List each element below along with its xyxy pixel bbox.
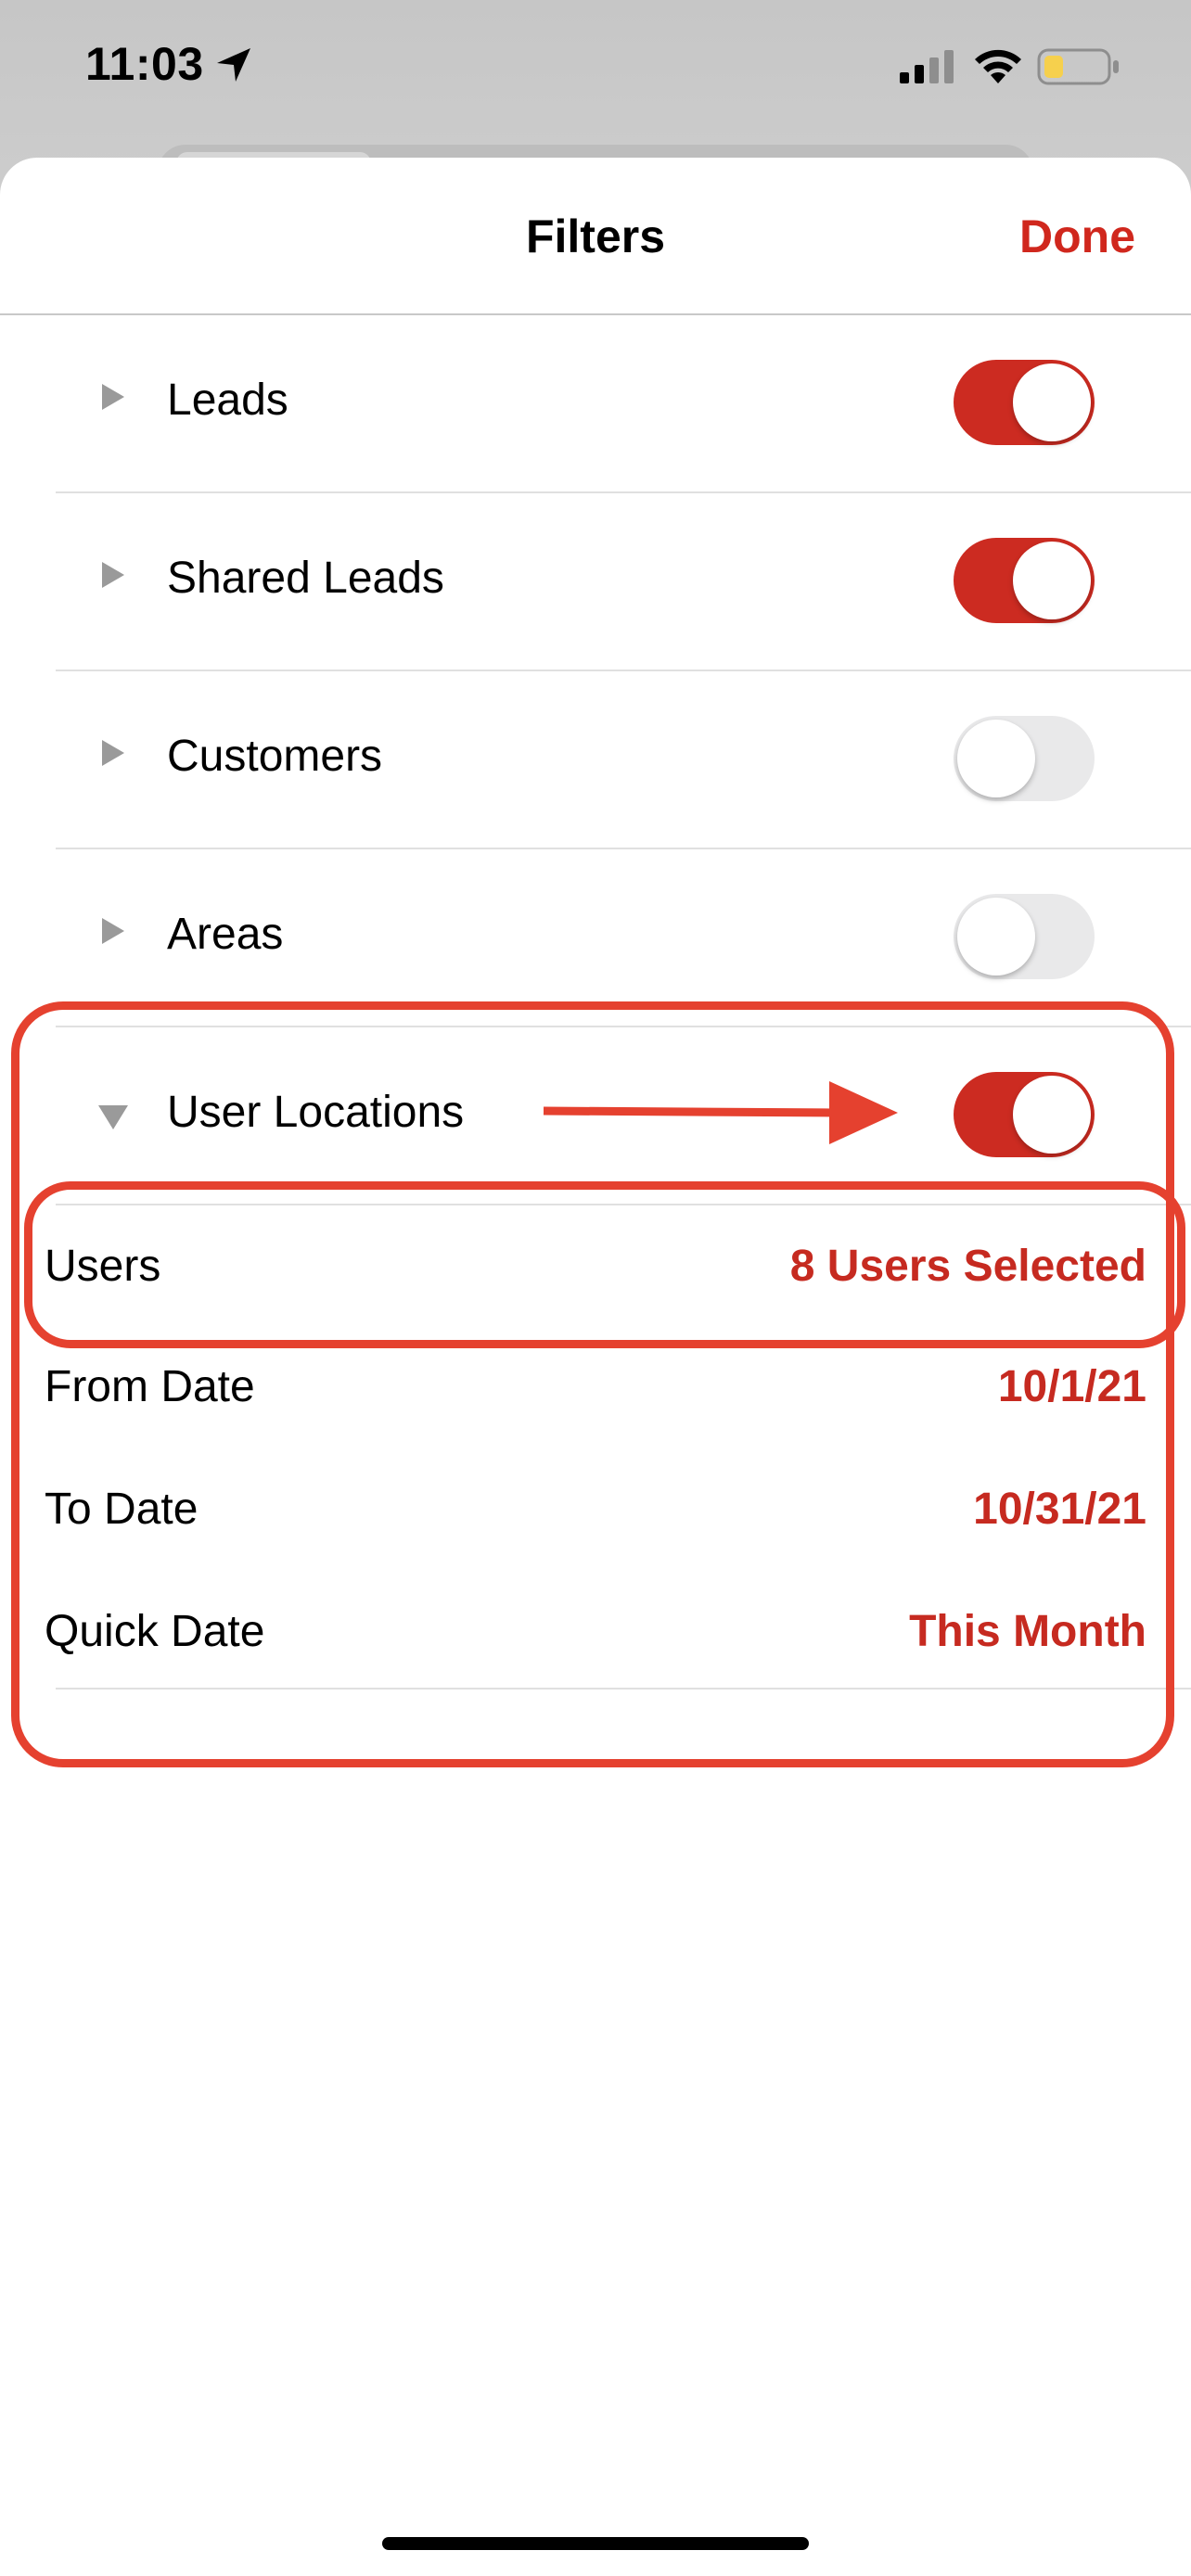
disclosure-right-icon[interactable]	[102, 562, 124, 588]
home-indicator[interactable]	[382, 2537, 809, 2550]
filter-label: Shared Leads	[167, 554, 444, 603]
toggle-knob	[957, 720, 1035, 797]
status-time: 11:03	[85, 38, 204, 90]
page-title: Filters	[525, 210, 666, 262]
from-date-value[interactable]: 10/1/21	[998, 1361, 1146, 1412]
users-label: Users	[45, 1242, 161, 1291]
from-date-label: From Date	[45, 1362, 255, 1411]
cellular-signal-icon	[900, 50, 954, 83]
user-locations-toggle[interactable]	[954, 1072, 1095, 1157]
filter-row-customers[interactable]: Customers	[56, 671, 1191, 849]
toggle-knob	[1013, 363, 1091, 441]
toggle-knob	[1013, 542, 1091, 619]
filter-label: Areas	[167, 910, 284, 959]
wifi-icon	[975, 49, 1021, 83]
filter-row-shared-leads[interactable]: Shared Leads	[56, 493, 1191, 671]
location-arrow-icon	[217, 48, 250, 82]
filter-label: Leads	[167, 376, 288, 425]
users-row[interactable]: Users 8 Users Selected	[0, 1207, 1191, 1328]
quick-date-value[interactable]: This Month	[909, 1606, 1146, 1657]
done-button[interactable]: Done	[1019, 210, 1135, 263]
to-date-row[interactable]: To Date 10/31/21	[0, 1450, 1191, 1571]
filters-sheet: Filters Done Leads Shared Leads Customer…	[0, 158, 1191, 2576]
disclosure-right-icon[interactable]	[102, 740, 124, 766]
from-date-row[interactable]: From Date 10/1/21	[0, 1328, 1191, 1448]
disclosure-right-icon[interactable]	[102, 384, 124, 410]
section-divider	[56, 1688, 1191, 1690]
nav-bar: Filters Done	[0, 158, 1191, 315]
status-bar: 11:03	[0, 0, 1191, 139]
leads-toggle[interactable]	[954, 360, 1095, 445]
toggle-knob	[1013, 1076, 1091, 1154]
disclosure-right-icon[interactable]	[102, 918, 124, 944]
disclosure-down-icon[interactable]	[98, 1105, 128, 1129]
shared-leads-toggle[interactable]	[954, 538, 1095, 623]
filter-label: Customers	[167, 732, 383, 781]
filter-row-user-locations[interactable]: User Locations	[56, 1027, 1191, 1205]
quick-date-row[interactable]: Quick Date This Month	[0, 1573, 1191, 1693]
toggle-knob	[957, 898, 1035, 976]
quick-date-label: Quick Date	[45, 1607, 265, 1656]
areas-toggle[interactable]	[954, 894, 1095, 979]
filter-row-areas[interactable]: Areas	[56, 849, 1191, 1027]
customers-toggle[interactable]	[954, 716, 1095, 801]
filter-label: User Locations	[167, 1088, 465, 1137]
to-date-label: To Date	[45, 1485, 198, 1534]
filter-row-leads[interactable]: Leads	[56, 315, 1191, 493]
battery-low-icon	[1037, 48, 1119, 85]
users-value[interactable]: 8 Users Selected	[790, 1241, 1146, 1292]
to-date-value[interactable]: 10/31/21	[973, 1484, 1146, 1535]
